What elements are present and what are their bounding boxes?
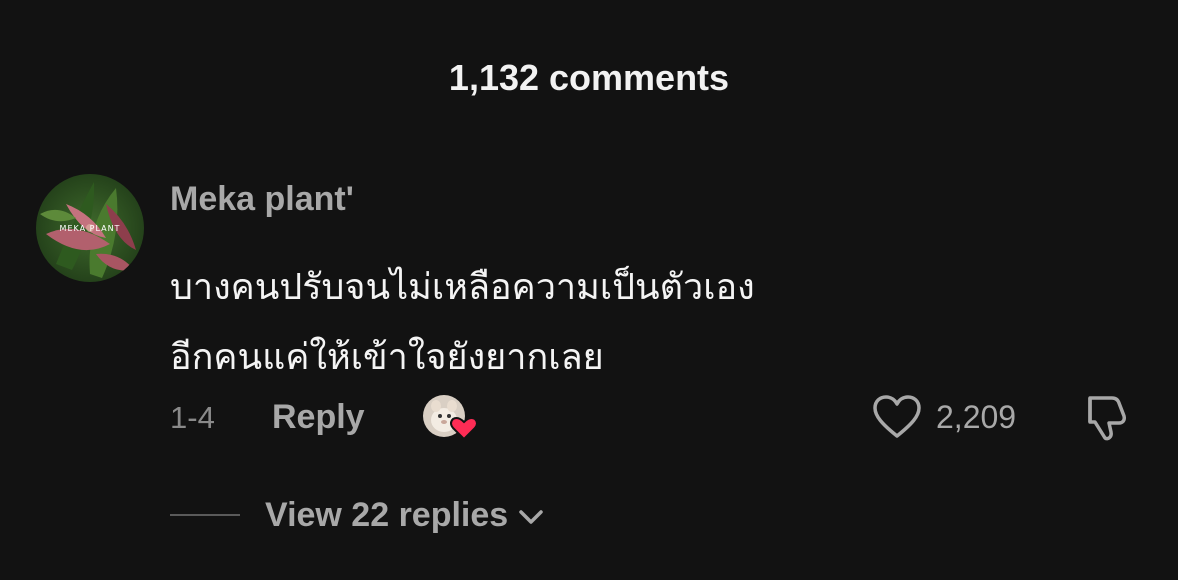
comment-body: บางคนปรับจนไม่เหลือความเป็นตัวเอง อีกคนแ… xyxy=(170,252,1070,392)
heart-outline-icon[interactable] xyxy=(872,394,922,440)
comments-count-title: 1,132 comments xyxy=(448,57,730,98)
comment-author[interactable]: Meka plant' xyxy=(170,178,354,220)
avatar-logo-text: MEKA PLANT xyxy=(60,224,121,233)
thumbs-down-icon[interactable] xyxy=(1080,392,1132,444)
creator-liked-heart-icon xyxy=(423,395,478,441)
comments-panel: 1,132 comments MEKA PLANT Meka plant' บา… xyxy=(0,0,1178,580)
view-replies-label: View 22 replies xyxy=(265,496,509,534)
avatar[interactable]: MEKA PLANT xyxy=(36,174,144,282)
view-replies-button[interactable]: View 22 replies xyxy=(265,494,544,536)
like-count: 2,209 xyxy=(936,399,1017,435)
replies-divider xyxy=(170,514,240,516)
comment-line: อีกคนแค่ให้เข้าใจยังยากเลย xyxy=(170,336,604,377)
reply-button[interactable]: Reply xyxy=(272,396,365,438)
comment-date: 1-4 xyxy=(170,400,215,435)
comment-line: บางคนปรับจนไม่เหลือความเป็นตัวเอง xyxy=(170,266,755,307)
creator-liked-badge xyxy=(422,394,482,444)
chevron-down-icon xyxy=(518,494,544,536)
